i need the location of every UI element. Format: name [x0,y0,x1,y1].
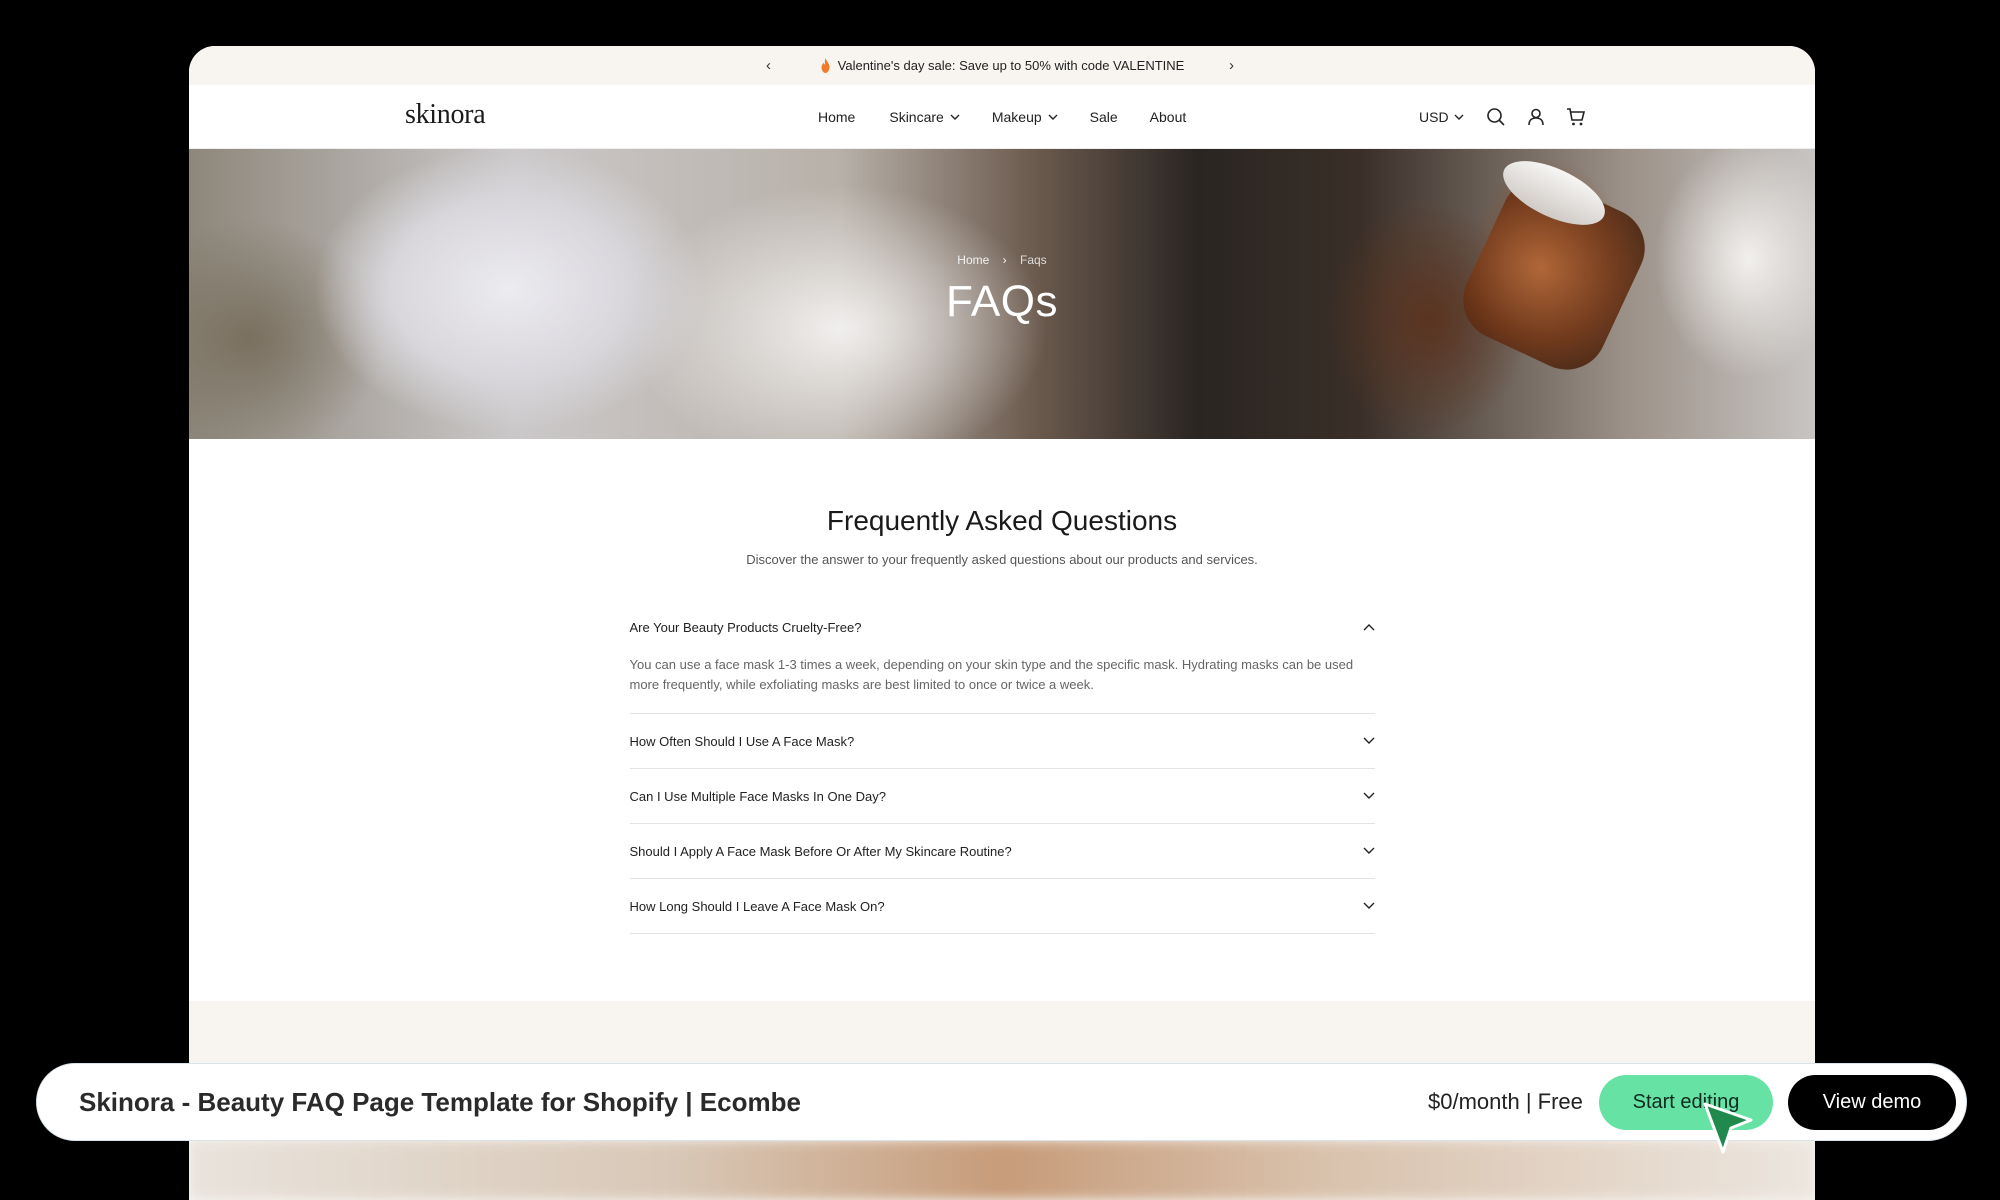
faq-question: Should I Apply A Face Mask Before Or Aft… [629,843,1012,859]
chevron-down-icon [1363,847,1374,854]
nav-item-label: Home [818,109,856,125]
page-title: FAQs [945,277,1059,326]
nav-item-about[interactable]: About [1150,109,1187,125]
cart-icon[interactable] [1566,107,1586,127]
hero-text: Home › Faqs FAQs [189,149,1815,327]
view-demo-button[interactable]: View demo [1788,1075,1956,1130]
template-info-bar: Skinora - Beauty FAQ Page Template for S… [36,1063,1967,1141]
faq-answer: You can use a face mask 1-3 times a week… [629,657,1354,692]
chevron-down-icon [1363,902,1374,909]
nav-item-label: About [1149,109,1187,125]
nav-item-skincare[interactable]: Skincare [889,109,960,125]
chevron-up-icon [1363,624,1374,631]
nav-item-label: Makeup [991,109,1042,125]
faq-item: Should I Apply A Face Mask Before Or Aft… [629,824,1375,879]
faq-list: Are Your Beauty Products Cruelty-Free? Y… [629,607,1375,934]
currency-label: USD [1419,109,1449,125]
breadcrumb-current: Faqs [1020,253,1047,267]
announcement-prev-button[interactable]: ‹ [766,46,771,85]
next-section-photo [189,1140,1815,1200]
browser-frame: ‹ Valentine's day sale: Save up to 50% w… [189,46,1815,1200]
faq-question-toggle[interactable]: How Often Should I Use A Face Mask? [630,714,1375,768]
breadcrumb: Home › Faqs [189,253,1815,267]
header-actions: USD [1419,85,1606,149]
faq-item: Can I Use Multiple Face Masks In One Day… [629,769,1375,824]
chevron-down-icon [1048,114,1058,120]
hero-banner: Home › Faqs FAQs [189,149,1815,439]
cursor-pointer-icon [1703,1102,1753,1154]
nav-item-label: Skincare [889,109,944,125]
account-icon[interactable] [1526,107,1546,127]
faq-question-toggle[interactable]: Should I Apply A Face Mask Before Or Aft… [630,824,1375,878]
faq-question: Can I Use Multiple Face Masks In One Day… [629,788,887,804]
main-nav: Home Skincare Makeup Sale About [818,85,1186,149]
template-price: $0/month | Free [1428,1089,1583,1114]
faq-item: How Long Should I Leave A Face Mask On? [629,879,1375,934]
faq-item: How Often Should I Use A Face Mask? [629,714,1375,769]
nav-item-sale[interactable]: Sale [1090,109,1118,125]
logo[interactable]: skinora [405,99,486,131]
currency-selector[interactable]: USD [1419,109,1464,125]
chevron-down-icon [950,114,960,120]
search-icon[interactable] [1486,107,1506,127]
faq-section: Frequently Asked Questions Discover the … [629,439,1375,934]
breadcrumb-home[interactable]: Home [957,253,989,267]
announcement-bar: ‹ Valentine's day sale: Save up to 50% w… [189,46,1815,85]
template-title: Skinora - Beauty FAQ Page Template for S… [79,1086,801,1117]
nav-item-label: Sale [1089,109,1118,125]
faq-item: Are Your Beauty Products Cruelty-Free? Y… [629,607,1375,714]
faq-subtitle: Discover the answer to your frequently a… [746,552,1258,567]
chevron-down-icon [1454,114,1464,120]
chevron-down-icon [1363,737,1374,744]
faq-question-toggle[interactable]: Are Your Beauty Products Cruelty-Free? [630,607,1375,647]
chevron-down-icon [1363,792,1374,799]
faq-question-toggle[interactable]: How Long Should I Leave A Face Mask On? [630,879,1375,933]
nav-item-home[interactable]: Home [818,109,855,125]
nav-item-makeup[interactable]: Makeup [992,109,1058,125]
site-header: skinora Home Skincare Makeup Sale About … [189,85,1815,149]
flame-icon [821,58,830,73]
faq-question: Are Your Beauty Products Cruelty-Free? [629,619,862,635]
faq-heading: Frequently Asked Questions [826,505,1178,536]
announcement-text: Valentine's day sale: Save up to 50% wit… [837,58,1185,73]
faq-question: How Long Should I Leave A Face Mask On? [629,898,885,914]
faq-question: How Often Should I Use A Face Mask? [629,733,855,749]
announcement-next-button[interactable]: › [1229,46,1234,85]
breadcrumb-separator: › [1002,253,1007,267]
faq-question-toggle[interactable]: Can I Use Multiple Face Masks In One Day… [630,769,1375,823]
